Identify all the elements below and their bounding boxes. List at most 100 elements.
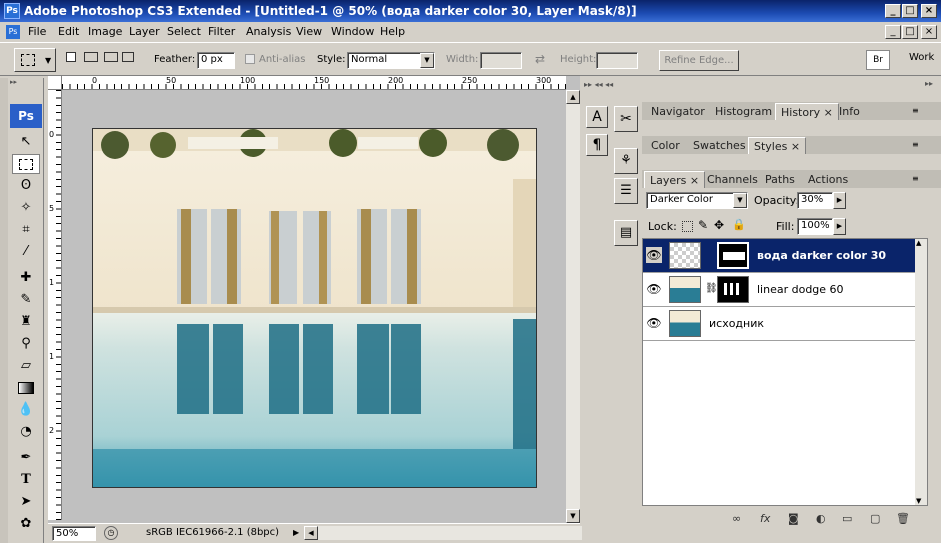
scroll-down-icon[interactable]: ▼ — [566, 509, 580, 523]
menu-layer[interactable]: Layer — [129, 25, 160, 38]
tab-info[interactable]: Info — [834, 103, 865, 120]
tab-navigator[interactable]: Navigator — [646, 103, 710, 120]
menu-view[interactable]: View — [296, 25, 322, 38]
blend-mode-select[interactable]: Darker Color ▼ — [646, 192, 748, 209]
tab-layers[interactable]: Layers × — [644, 171, 706, 188]
info-menu-arrow-icon[interactable]: ▶ — [293, 528, 299, 537]
paragraph-panel-icon[interactable]: ¶ — [586, 134, 608, 156]
scroll-down-icon[interactable]: ▼ — [916, 497, 921, 505]
character-panel-icon[interactable]: A — [586, 106, 608, 128]
mask-link-icon[interactable]: ⛓ — [705, 283, 718, 294]
style-select[interactable]: Normal ▼ — [347, 52, 435, 69]
move-tool-icon[interactable]: ↖ — [12, 132, 40, 152]
opacity-input[interactable]: 30% — [797, 192, 833, 209]
eraser-tool-icon[interactable]: ▱ — [12, 356, 40, 376]
clock-icon[interactable]: ◷ — [104, 526, 118, 540]
layer-name[interactable]: вода darker color 30 — [757, 249, 886, 262]
eyedropper-tool-icon[interactable]: ⁄ — [12, 242, 40, 262]
menu-help[interactable]: Help — [380, 25, 405, 38]
scroll-left-icon[interactable]: ◀ — [304, 526, 318, 540]
document-icon[interactable]: Ps — [6, 25, 20, 39]
dodge-tool-icon[interactable]: ◔ — [12, 422, 40, 442]
path-selection-tool-icon[interactable]: ➤ — [12, 492, 40, 512]
scroll-up-icon[interactable]: ▲ — [916, 239, 921, 247]
folder-icon[interactable]: ▭ — [842, 512, 852, 526]
vertical-scrollbar[interactable]: ▲ ▼ — [566, 90, 580, 523]
tool-presets-icon[interactable]: ✂ — [614, 106, 638, 132]
height-input[interactable] — [596, 52, 638, 69]
tab-paths[interactable]: Paths — [760, 171, 800, 188]
doc-restore-button[interactable]: □ — [902, 25, 918, 39]
scroll-up-icon[interactable]: ▲ — [566, 90, 580, 104]
ruler-origin[interactable] — [48, 76, 62, 90]
menu-image[interactable]: Image — [88, 25, 122, 38]
menu-file[interactable]: File — [28, 25, 46, 38]
panel-menu-icon[interactable]: ≡ — [912, 140, 919, 149]
subtract-selection-icon[interactable] — [104, 52, 118, 62]
canvas-image[interactable] — [92, 128, 537, 488]
link-icon[interactable]: ∞ — [732, 512, 741, 526]
zoom-field[interactable]: 50% — [52, 526, 96, 541]
menu-analysis[interactable]: Analysis — [246, 25, 291, 38]
panel-menu-icon[interactable]: ≡ — [912, 174, 919, 183]
swap-icon[interactable]: ⇄ — [535, 52, 545, 66]
maximize-button[interactable]: □ — [902, 4, 918, 18]
visibility-eye-icon[interactable]: 👁 — [646, 247, 662, 263]
fill-slider-arrow-icon[interactable]: ▶ — [833, 218, 846, 235]
clone-stamp-tool-icon[interactable]: ♜ — [12, 312, 40, 332]
magic-wand-tool-icon[interactable]: ✧ — [12, 198, 40, 218]
lock-position-icon[interactable]: ✥ — [714, 218, 724, 232]
blur-tool-icon[interactable]: 💧 — [12, 400, 40, 420]
adjustment-icon[interactable]: ◐ — [816, 512, 826, 526]
layer-name[interactable]: linear dodge 60 — [757, 283, 844, 296]
gradient-tool-icon[interactable] — [12, 378, 40, 398]
healing-brush-tool-icon[interactable]: ✚ — [12, 268, 40, 288]
workspace-button[interactable]: Work — [909, 52, 934, 63]
new-selection-icon[interactable] — [66, 52, 76, 62]
tab-channels[interactable]: Channels — [702, 171, 763, 188]
minimize-button[interactable]: _ — [885, 4, 901, 18]
fx-icon[interactable]: fx — [760, 512, 770, 526]
menu-filter[interactable]: Filter — [208, 25, 235, 38]
tool-preset-picker[interactable]: ▼ — [14, 48, 56, 72]
layer-row[interactable]: 👁 ⛓ linear dodge 60 — [643, 273, 917, 307]
doc-minimize-button[interactable]: _ — [885, 25, 901, 39]
clone-source-icon[interactable]: ⚘ — [614, 148, 638, 174]
feather-input[interactable]: 0 px — [197, 52, 235, 69]
layer-name[interactable]: исходник — [709, 317, 764, 330]
tab-actions[interactable]: Actions — [803, 171, 853, 188]
marquee-tool-icon[interactable] — [12, 154, 40, 174]
antialias-checkbox[interactable] — [245, 54, 255, 64]
close-button[interactable]: × — [921, 4, 937, 18]
photoshop-logo-icon[interactable]: Ps — [10, 104, 42, 128]
menu-edit[interactable]: Edit — [58, 25, 79, 38]
lock-all-icon[interactable]: 🔒 — [732, 218, 746, 231]
new-layer-icon[interactable]: ▢ — [870, 512, 880, 526]
menu-select[interactable]: Select — [167, 25, 201, 38]
width-input[interactable] — [480, 52, 522, 69]
dock-arrows-icon[interactable]: ▸▸ ◂◂ ◂◂ — [584, 80, 613, 89]
history-brush-tool-icon[interactable]: ⚲ — [12, 334, 40, 354]
dock-collapse-icon[interactable]: ▸▸ — [925, 79, 933, 88]
lock-pixels-icon[interactable]: ✎ — [698, 218, 708, 232]
opacity-slider-arrow-icon[interactable]: ▶ — [833, 192, 846, 209]
crop-tool-icon[interactable]: ⌗ — [12, 220, 40, 240]
tab-history[interactable]: History × — [775, 103, 839, 120]
bridge-icon[interactable]: Br — [866, 50, 890, 70]
doc-close-button[interactable]: × — [921, 25, 937, 39]
visibility-eye-icon[interactable]: 👁 — [646, 281, 662, 297]
tab-color[interactable]: Color — [646, 137, 685, 154]
mask-icon[interactable]: ◙ — [788, 512, 799, 526]
visibility-eye-icon[interactable]: 👁 — [646, 315, 662, 331]
intersect-selection-icon[interactable] — [122, 52, 134, 62]
brush-tool-icon[interactable]: ✎ — [12, 290, 40, 310]
lock-transparency-icon[interactable] — [682, 221, 693, 232]
layer-row[interactable]: 👁 исходник — [643, 307, 917, 341]
toolbox-grip[interactable] — [0, 78, 8, 543]
menu-window[interactable]: Window — [331, 25, 374, 38]
layer-comps-icon[interactable]: ▤ — [614, 220, 638, 246]
tab-styles[interactable]: Styles × — [748, 137, 807, 154]
trash-icon[interactable]: 🗑 — [896, 512, 910, 526]
horizontal-scrollbar[interactable] — [318, 526, 600, 540]
layer-mask-thumbnail[interactable] — [717, 276, 749, 303]
